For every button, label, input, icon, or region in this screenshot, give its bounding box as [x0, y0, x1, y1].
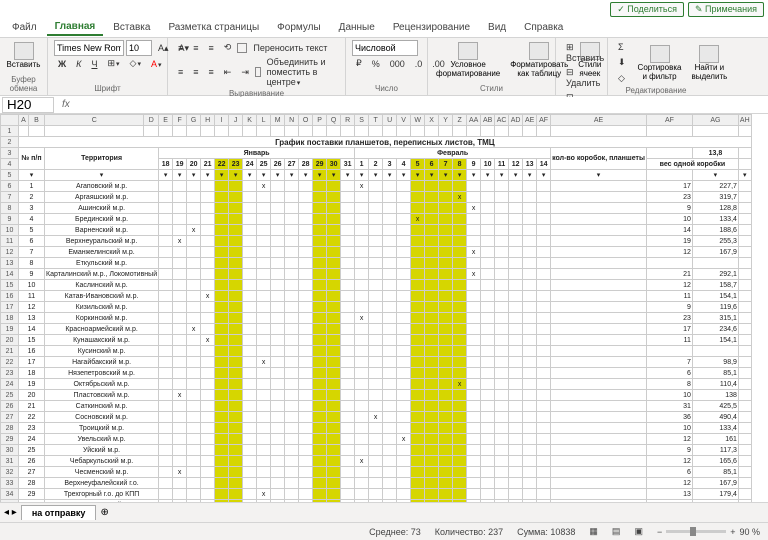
status-avg: Среднее: 73 — [369, 527, 421, 537]
find-select[interactable]: Найти и выделить — [689, 43, 729, 84]
align-top[interactable]: ≡ — [174, 41, 187, 55]
sheet-tab[interactable]: на отправку — [21, 505, 97, 520]
comments-button[interactable]: ✎ Примечания — [688, 2, 764, 17]
wrap-check[interactable] — [237, 43, 247, 53]
formula-bar: fx — [0, 96, 768, 114]
currency[interactable]: ₽ — [352, 56, 366, 71]
indent-dec[interactable]: ⇤ — [220, 65, 236, 80]
bold-button[interactable]: Ж — [54, 57, 70, 71]
insert-cell[interactable]: ⊞ Вставить — [562, 40, 608, 65]
clear[interactable]: ◇ — [614, 71, 630, 86]
comma[interactable]: 000 — [386, 57, 409, 71]
tab-Формулы[interactable]: Формулы — [269, 20, 329, 35]
formula-input[interactable] — [76, 97, 768, 113]
tab-Файл[interactable]: Файл — [4, 20, 45, 35]
font-color[interactable]: A — [147, 57, 166, 71]
fill-color[interactable]: ◇ — [126, 56, 145, 71]
tab-Рецензирование[interactable]: Рецензирование — [385, 20, 478, 35]
align-right[interactable]: ≡ — [205, 65, 218, 79]
merge-check[interactable] — [255, 67, 261, 77]
border-button[interactable]: ⊞ — [103, 56, 123, 71]
sheet-tab-bar: ◂ ▸ на отправку ⊕ — [0, 502, 768, 522]
cond-format[interactable]: Условное форматирование — [434, 40, 502, 81]
tab-Разметка страницы[interactable]: Разметка страницы — [160, 20, 267, 35]
align-center[interactable]: ≡ — [189, 65, 202, 79]
worksheet[interactable]: ABCDEFGHIJKLMNOPQRSTUVWXYZAAABACADAEAFAE… — [0, 114, 768, 502]
number-format[interactable] — [352, 40, 418, 56]
view-layout[interactable]: ▤ — [612, 526, 621, 537]
tab-Главная[interactable]: Главная — [47, 19, 104, 36]
ribbon-tabs: ФайлГлавнаяВставкаРазметка страницыФорму… — [0, 18, 768, 38]
name-box[interactable] — [2, 97, 54, 113]
zoom-out[interactable]: − — [657, 527, 662, 537]
indent-inc[interactable]: ⇥ — [237, 65, 253, 80]
align-left[interactable]: ≡ — [174, 65, 187, 79]
align-bot[interactable]: ≡ — [205, 41, 218, 55]
merge-button[interactable]: Объединить и поместить в центре — [263, 55, 339, 89]
add-sheet[interactable]: ⊕ — [100, 507, 108, 518]
sheet-nav[interactable]: ◂ ▸ — [4, 507, 17, 518]
status-count: Количество: 237 — [435, 527, 503, 537]
view-break[interactable]: ▣ — [634, 526, 643, 537]
fill[interactable]: ⬇ — [614, 55, 630, 70]
align-mid[interactable]: ≡ — [189, 41, 202, 55]
status-sum: Сумма: 10838 — [517, 527, 575, 537]
orientation[interactable]: ⟲ — [220, 40, 236, 55]
tab-Справка[interactable]: Справка — [516, 20, 571, 35]
fx-icon[interactable]: fx — [56, 99, 76, 110]
delete-cell[interactable]: ⊟ Удалить — [562, 65, 604, 90]
percent[interactable]: % — [368, 57, 384, 71]
zoom-pct: 90 % — [739, 527, 760, 537]
status-bar: Среднее: 73 Количество: 237 Сумма: 10838… — [0, 522, 768, 540]
autosum[interactable]: Σ — [614, 40, 630, 54]
dec-inc[interactable]: .0 — [411, 57, 427, 71]
paste-button[interactable]: Вставить — [6, 40, 41, 72]
underline-button[interactable]: Ч — [87, 57, 101, 71]
tab-Вставка[interactable]: Вставка — [105, 20, 158, 35]
tab-Вид[interactable]: Вид — [480, 20, 514, 35]
wrap-text[interactable]: Переносить текст — [249, 41, 331, 55]
zoom-in[interactable]: + — [730, 527, 735, 537]
share-button[interactable]: ✓ Поделиться — [610, 2, 684, 17]
font-name-select[interactable] — [54, 40, 124, 56]
font-size-select[interactable] — [126, 40, 152, 56]
sort-filter[interactable]: Сортировка и фильтр — [636, 43, 684, 84]
view-normal[interactable]: ▦ — [589, 526, 598, 537]
ribbon: Вставить Буфер обмена A▴ A▾ Ж К Ч ⊞ ◇ A … — [0, 38, 768, 96]
zoom-slider[interactable] — [666, 530, 726, 533]
italic-button[interactable]: К — [72, 57, 85, 71]
tab-Данные[interactable]: Данные — [331, 20, 383, 35]
